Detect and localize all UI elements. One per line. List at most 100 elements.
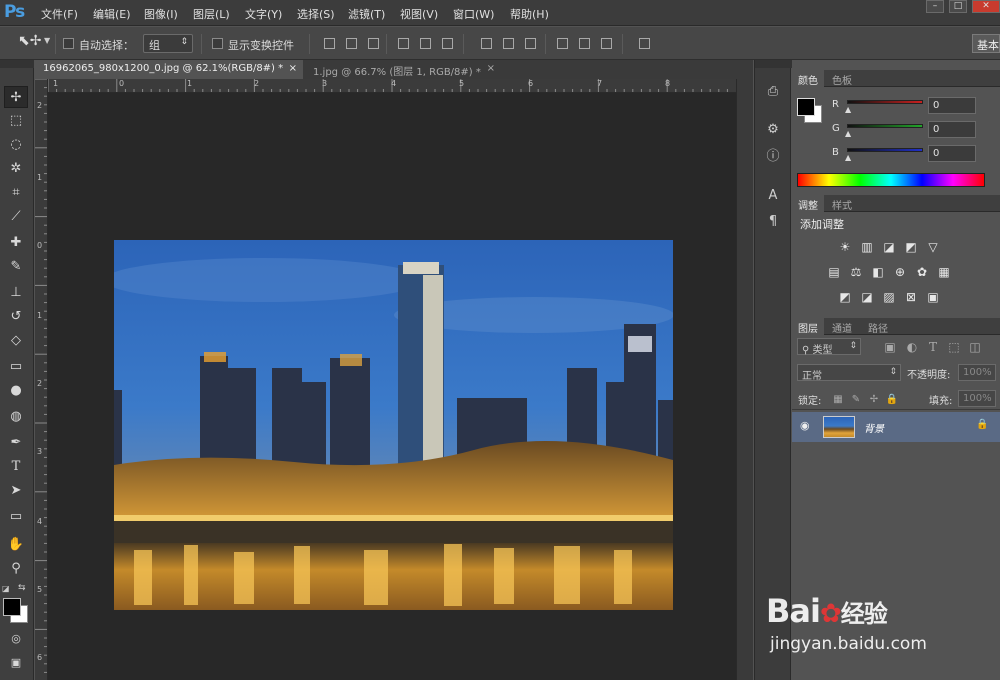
align-hcenter-icon[interactable] — [418, 36, 431, 49]
gradient-map-icon[interactable]: ▣ — [925, 290, 941, 304]
tab-adjustments[interactable]: 调整 — [792, 195, 824, 212]
info-panel-icon[interactable]: ⓘ — [763, 147, 783, 167]
distribute-bottom-icon[interactable] — [523, 36, 536, 49]
menu-image[interactable]: 图像(I) — [144, 6, 178, 22]
curves-icon[interactable]: ◪ — [881, 240, 897, 254]
brightness-icon[interactable]: ☀ — [837, 240, 853, 254]
menu-file[interactable]: 文件(F) — [41, 6, 78, 22]
ruler-vertical[interactable]: 2 1 0 1 2 3 4 5 6 — [35, 79, 48, 680]
slider-handle-icon[interactable]: ▲ — [845, 129, 851, 138]
align-top-icon[interactable] — [322, 36, 335, 49]
menu-edit[interactable]: 编辑(E) — [93, 6, 131, 22]
menu-layer[interactable]: 图层(L) — [193, 6, 230, 22]
menu-type[interactable]: 文字(Y) — [245, 6, 282, 22]
distribute-right-icon[interactable] — [599, 36, 612, 49]
tab-layers[interactable]: 图层 — [792, 318, 824, 335]
levels-icon[interactable]: ▥ — [859, 240, 875, 254]
menu-select[interactable]: 选择(S) — [297, 6, 335, 22]
paragraph-panel-icon[interactable]: ¶ — [763, 212, 783, 232]
filter-smart-object-icon[interactable]: ◫ — [967, 340, 983, 354]
vertical-scrollbar[interactable] — [736, 79, 753, 680]
screen-mode-icon[interactable]: ▣ — [4, 652, 28, 674]
dodge-tool-icon[interactable]: ◍ — [4, 406, 28, 428]
swap-colors-icon[interactable]: ⇆ — [18, 583, 26, 593]
filter-adjustment-icon[interactable]: ◐ — [904, 340, 920, 354]
move-tool-icon[interactable]: ✢ — [4, 86, 28, 108]
quick-mask-icon[interactable]: ◎ — [4, 628, 28, 650]
align-left-icon[interactable] — [396, 36, 409, 49]
invert-icon[interactable]: ◩ — [837, 290, 853, 304]
app-logo[interactable]: Ps — [4, 2, 25, 22]
align-bottom-icon[interactable] — [366, 36, 379, 49]
color-balance-icon[interactable]: ⚖ — [848, 265, 864, 279]
black-white-icon[interactable]: ◧ — [870, 265, 886, 279]
green-value-input[interactable]: 0 — [928, 121, 976, 138]
slider-handle-icon[interactable]: ▲ — [845, 105, 851, 114]
align-vcenter-icon[interactable] — [344, 36, 357, 49]
red-value-input[interactable]: 0 — [928, 97, 976, 114]
transform-controls-checkbox[interactable] — [212, 38, 223, 49]
close-button[interactable]: ✕ — [972, 0, 1000, 13]
tab-paths[interactable]: 路径 — [862, 318, 894, 335]
distribute-top-icon[interactable] — [479, 36, 492, 49]
filter-shape-icon[interactable]: ⬚ — [946, 340, 962, 354]
clone-stamp-icon[interactable]: ⊥ — [4, 282, 28, 304]
exposure-icon[interactable]: ◩ — [903, 240, 919, 254]
menu-view[interactable]: 视图(V) — [400, 6, 438, 22]
document-image[interactable] — [114, 240, 673, 610]
photo-filter-icon[interactable]: ⊕ — [892, 265, 908, 279]
toolbox-grip[interactable] — [0, 60, 34, 68]
fill-input[interactable]: 100% — [958, 390, 996, 407]
filter-pixel-icon[interactable]: ▣ — [882, 340, 898, 354]
lock-image-icon[interactable]: ✎ — [848, 393, 864, 407]
tab-document-1[interactable]: 16962065_980x1200_0.jpg @ 62.1%(RGB/8#) … — [35, 60, 303, 79]
canvas-area[interactable] — [48, 93, 736, 680]
history-panel-icon[interactable]: ⎙ — [763, 82, 783, 102]
pen-tool-icon[interactable]: ✒ — [4, 432, 28, 454]
zoom-tool-icon[interactable]: ⚲ — [4, 558, 28, 580]
filter-type-icon[interactable]: T — [925, 340, 941, 354]
close-icon[interactable]: × — [487, 63, 495, 74]
workspace-switcher[interactable]: 基本 — [972, 34, 1000, 53]
layer-row-background[interactable]: ◉ 背景 🔒 — [792, 412, 1000, 442]
lasso-tool-icon[interactable]: ◌ — [4, 134, 28, 156]
menu-window[interactable]: 窗口(W) — [453, 6, 494, 22]
align-right-icon[interactable] — [440, 36, 453, 49]
lock-all-icon[interactable]: 🔒 — [884, 393, 900, 407]
threshold-icon[interactable]: ▨ — [881, 290, 897, 304]
vibrance-icon[interactable]: ▽ — [925, 240, 941, 254]
tab-styles[interactable]: 样式 — [826, 195, 858, 212]
crop-tool-icon[interactable]: ⌗ — [4, 182, 28, 204]
tab-color[interactable]: 颜色 — [792, 70, 824, 87]
blue-value-input[interactable]: 0 — [928, 145, 976, 162]
lock-transparent-icon[interactable]: ▦ — [830, 393, 846, 407]
marquee-tool-icon[interactable]: ⬚ — [4, 110, 28, 132]
foreground-color-swatch[interactable] — [3, 598, 21, 616]
ruler-horizontal[interactable]: 1 0 1 2 3 4 5 6 7 8 — [48, 79, 736, 93]
default-colors-icon[interactable]: ◪ — [2, 584, 10, 593]
red-slider[interactable] — [847, 100, 923, 104]
distribute-vcenter-icon[interactable] — [501, 36, 514, 49]
distribute-left-icon[interactable] — [555, 36, 568, 49]
healing-brush-icon[interactable]: ✚ — [4, 232, 28, 254]
selective-color-icon[interactable]: ⊠ — [903, 290, 919, 304]
rectangle-tool-icon[interactable]: ▭ — [4, 506, 28, 528]
color-spectrum-ramp[interactable] — [797, 173, 985, 187]
type-tool-icon[interactable]: T — [4, 456, 28, 478]
layer-filter-dropdown[interactable]: ⚲ 类型 ⇕ — [797, 338, 861, 356]
channel-mixer-icon[interactable]: ✿ — [914, 265, 930, 279]
path-select-icon[interactable]: ➤ — [4, 480, 28, 502]
auto-select-checkbox[interactable] — [63, 38, 74, 49]
properties-panel-icon[interactable]: ⚙ — [763, 120, 783, 140]
tab-channels[interactable]: 通道 — [826, 318, 858, 335]
hand-tool-icon[interactable]: ✋ — [4, 534, 28, 556]
lock-position-icon[interactable]: ✢ — [866, 393, 882, 407]
brush-tool-icon[interactable]: ✎ — [4, 256, 28, 278]
blue-slider[interactable] — [847, 148, 923, 152]
tab-document-2[interactable]: 1.jpg @ 66.7% (图层 1, RGB/8#) * × — [305, 60, 501, 79]
hue-saturation-icon[interactable]: ▤ — [826, 265, 842, 279]
auto-align-icon[interactable] — [637, 36, 650, 49]
slider-handle-icon[interactable]: ▲ — [845, 153, 851, 162]
foreground-color-swatch[interactable] — [797, 98, 815, 116]
distribute-hcenter-icon[interactable] — [577, 36, 590, 49]
